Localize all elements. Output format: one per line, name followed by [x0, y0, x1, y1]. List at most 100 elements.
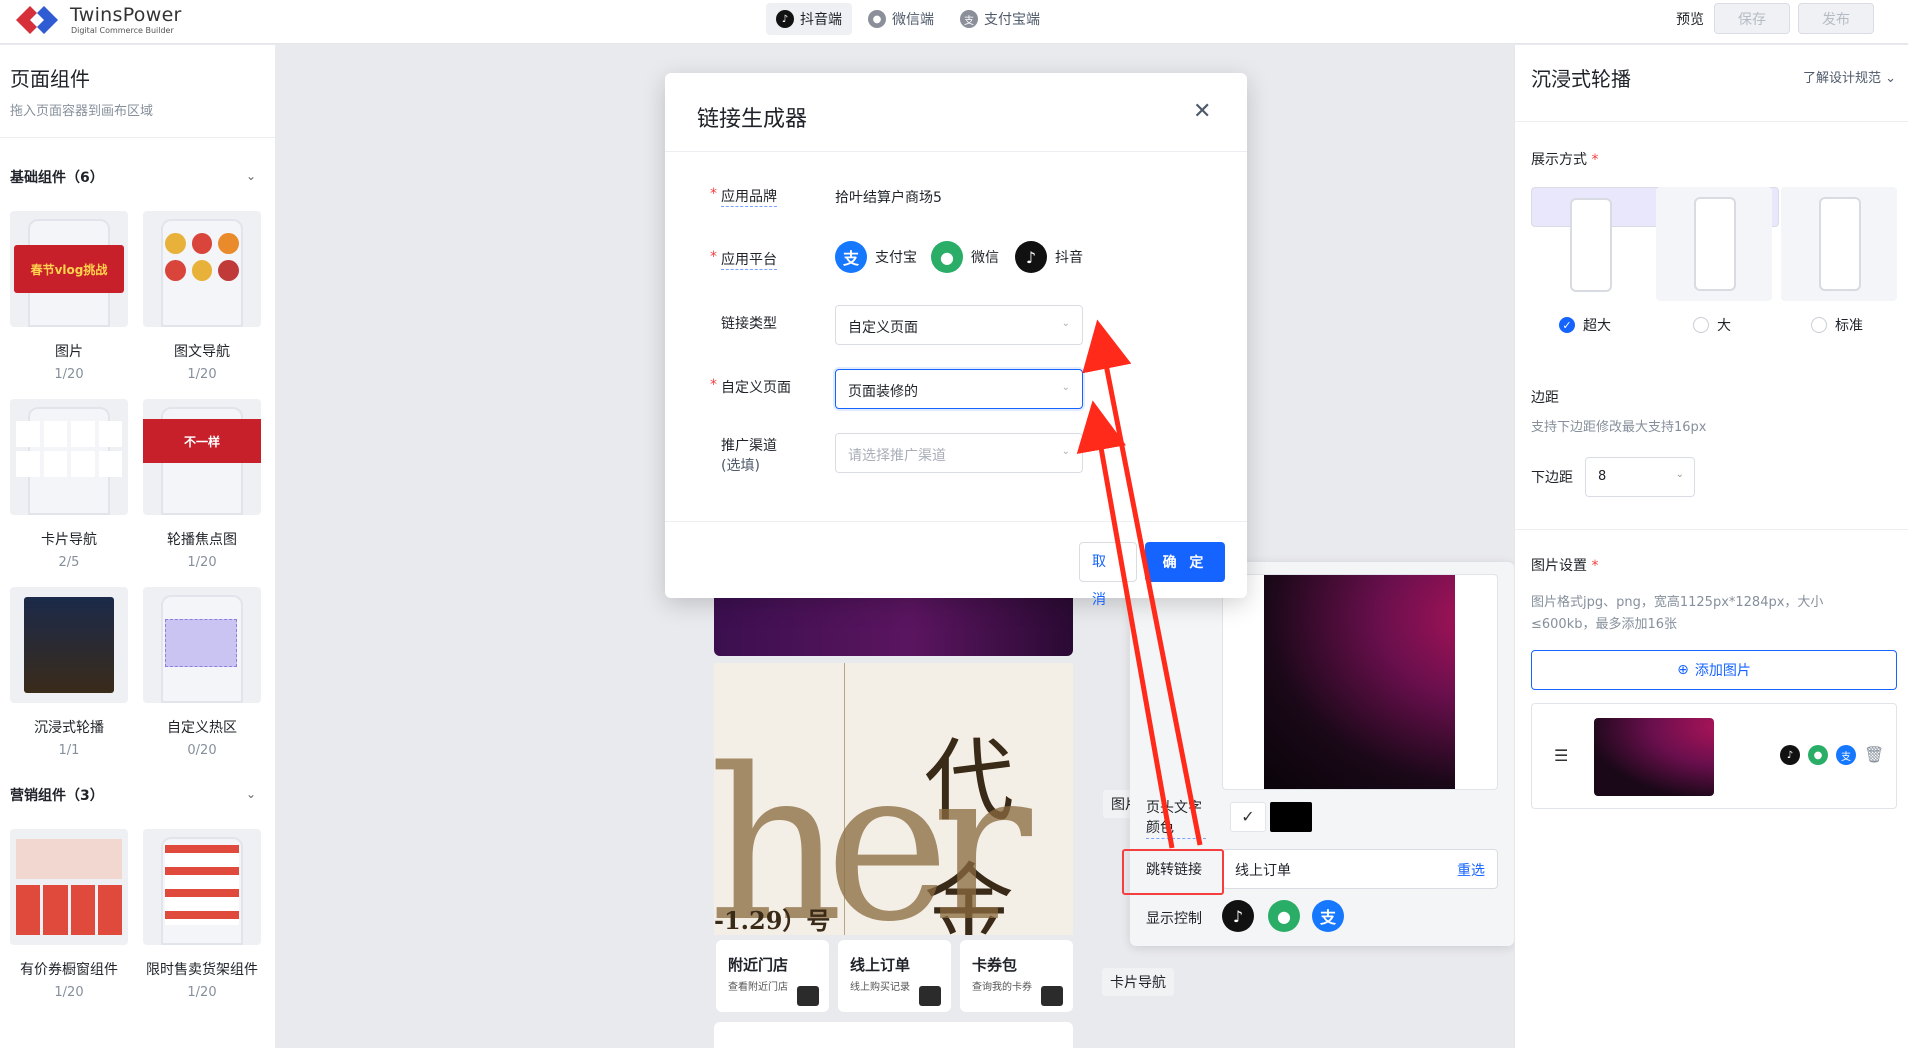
display-mode-label: 展示方式 * [1531, 149, 1598, 169]
image-list-item[interactable]: ☰ ♪ ● 支 🗑 [1531, 703, 1897, 809]
chevron-down-icon[interactable]: ⌄ [246, 169, 256, 183]
alipay-icon: 支 [835, 241, 867, 273]
channel-select[interactable]: 请选择推广渠道 ⌄ [835, 433, 1083, 473]
immersive-carousel-preview[interactable] [714, 588, 1073, 656]
group-basic-title[interactable]: 基础组件（6） [10, 167, 104, 187]
platform-label: * 应用平台 [710, 249, 777, 270]
component-thumbnail [143, 211, 261, 327]
component-immersive-carousel[interactable]: 沉浸式轮播 1/1 [10, 587, 128, 758]
group-marketing-title[interactable]: 营销组件（3） [10, 785, 104, 805]
mode-card-large[interactable] [1656, 187, 1772, 301]
radio-large[interactable]: 大 [1693, 315, 1731, 335]
confirm-button[interactable]: 确 定 [1145, 542, 1225, 582]
chevron-down-icon[interactable]: ⌄ [246, 787, 256, 801]
radio-standard[interactable]: 标准 [1811, 315, 1863, 335]
design-spec-link-label: 了解设计规范 [1802, 71, 1881, 86]
link-generator-modal: 链接生成器 ✕ * 应用品牌 拾叶结算户商场5 * 应用平台 支支付宝 ● 微信 ♪ 抖… [665, 73, 1247, 608]
wechat-icon[interactable]: ● [1808, 745, 1828, 765]
phone-frame [1694, 197, 1736, 291]
poster-image-preview[interactable]: 代 金 her -1.29）号 [714, 663, 1073, 935]
margin-label: 边距 [1531, 390, 1559, 406]
radio-circle [1811, 317, 1827, 333]
tab-label: 支付宝端 [984, 12, 1040, 28]
panel-title: 页面组件 [10, 67, 90, 91]
component-thumbnail [10, 829, 128, 945]
jump-link-value: 线上订单 [1235, 863, 1291, 879]
wechat-icon: ● [931, 241, 963, 273]
radio-xlarge[interactable]: ✓ 超大 [1559, 315, 1611, 335]
wechat-icon[interactable]: ● [1268, 900, 1300, 932]
link-type-select[interactable]: 自定义页面 ⌄ [835, 305, 1083, 345]
delete-icon[interactable]: 🗑 [1864, 745, 1884, 764]
coupon-grid [16, 885, 122, 935]
component-hotspot[interactable]: 自定义热区 0/20 [143, 587, 261, 758]
card-subtitle: 线上购买记录 [850, 982, 910, 993]
tiktok-icon[interactable]: ♪ [1222, 900, 1254, 932]
component-name: 自定义热区 [167, 720, 237, 736]
component-name: 限时售卖货架组件 [146, 962, 258, 978]
platform-wechat[interactable]: ● 微信 [931, 241, 999, 273]
component-image-nav[interactable]: 图文导航 1/20 [143, 211, 261, 382]
check-icon: ✓ [1559, 317, 1575, 333]
tab-wechat[interactable]: ● 微信端 [858, 3, 944, 35]
next-component-preview[interactable] [714, 1022, 1073, 1048]
alipay-icon[interactable]: 支 [1836, 745, 1856, 765]
save-button[interactable]: 保存 [1714, 3, 1790, 34]
brand-value: 拾叶结算户商场5 [835, 190, 942, 206]
required-mark: * [710, 186, 717, 202]
tab-alipay[interactable]: 支 支付宝端 [950, 3, 1050, 35]
phone-frame [1819, 197, 1861, 291]
bottom-margin-select[interactable]: 8 ⌄ [1585, 457, 1695, 497]
card-coupon-pack[interactable]: 卡券包 查询我的卡券 [960, 940, 1073, 1012]
card-online-orders[interactable]: 线上订单 线上购买记录 [838, 940, 951, 1012]
component-name: 轮播焦点图 [167, 532, 237, 548]
component-image[interactable]: 春节vlog挑战 图片 1/20 [10, 211, 128, 382]
reselect-link[interactable]: 重选 [1457, 860, 1485, 880]
cancel-button[interactable]: 取 消 [1079, 542, 1137, 608]
component-card-nav[interactable]: 卡片导航 2/5 [10, 399, 128, 570]
card-title: 附近门店 [728, 956, 789, 974]
drag-handle-icon[interactable]: ☰ [1554, 746, 1568, 765]
preview-button[interactable]: 预览 [1676, 9, 1704, 29]
brand-label: * 应用品牌 [710, 186, 777, 207]
card-grid [16, 421, 122, 477]
jump-link-field[interactable]: 线上订单 重选 [1222, 849, 1498, 889]
card-nearby-stores[interactable]: 附近门店 查看附近门店 [716, 940, 829, 1012]
select-value: 页面装修的 [848, 384, 918, 400]
component-name: 图片 [55, 344, 83, 360]
select-value: 8 [1598, 469, 1607, 484]
platform-tabs: ♪ 抖音端 ● 微信端 支 支付宝端 [766, 3, 1050, 35]
link-type-label: 链接类型 [721, 316, 777, 332]
component-tag-card-nav[interactable]: 卡片导航 [1102, 968, 1174, 996]
design-spec-link[interactable]: 了解设计规范 ⌄ [1803, 67, 1896, 86]
immersive-thumbnail [24, 597, 114, 693]
top-bar: TwinsPower Digital Commerce Builder ♪ 抖音… [0, 0, 1908, 44]
color-swatch-black[interactable] [1270, 802, 1312, 832]
poster-thumbnail: 春节vlog挑战 [14, 245, 124, 293]
platform-alipay[interactable]: 支支付宝 [835, 241, 917, 273]
custom-page-select[interactable]: 页面装修的 ⌄ [835, 369, 1083, 409]
tiktok-icon[interactable]: ♪ [1780, 745, 1800, 765]
component-flash-sale-shelf[interactable]: 限时售卖货架组件 1/20 [143, 829, 261, 1000]
bag-icon [1041, 986, 1063, 1006]
alipay-icon[interactable]: 支 [1312, 900, 1344, 932]
divider [0, 137, 275, 138]
tiktok-icon: ♪ [776, 10, 794, 28]
tab-tiktok[interactable]: ♪ 抖音端 [766, 3, 852, 35]
component-carousel[interactable]: 不一样 轮播焦点图 1/20 [143, 399, 261, 570]
carousel-image-preview[interactable] [1264, 575, 1455, 789]
color-check[interactable]: ✓ [1230, 802, 1266, 832]
close-icon[interactable]: ✕ [1193, 99, 1211, 124]
component-name: 有价券橱窗组件 [20, 962, 118, 978]
component-coupon-window[interactable]: 有价券橱窗组件 1/20 [10, 829, 128, 1000]
add-image-button[interactable]: ⊕ 添加图片 [1531, 650, 1897, 690]
component-thumbnail [143, 829, 261, 945]
phone-frame [1570, 198, 1612, 292]
platform-tiktok[interactable]: ♪ 抖音 [1015, 241, 1083, 273]
platform-label: 支付宝 [875, 250, 917, 266]
mode-card-standard[interactable] [1781, 187, 1897, 301]
publish-button[interactable]: 发布 [1798, 3, 1874, 34]
required-mark: * [710, 377, 717, 393]
component-thumbnail: 春节vlog挑战 [10, 211, 128, 327]
chevron-down-icon: ⌄ [1061, 382, 1070, 393]
